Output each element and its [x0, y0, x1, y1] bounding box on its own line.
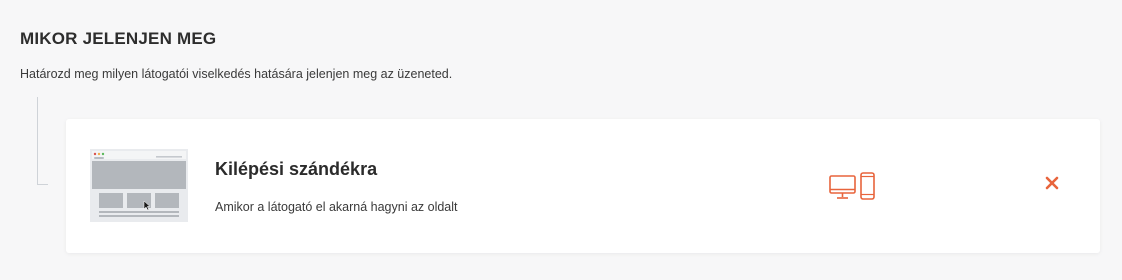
section-title: MIKOR JELENJEN MEG: [20, 29, 217, 48]
trigger-description: Amikor a látogató el akarná hagyni az ol…: [215, 200, 458, 214]
remove-trigger-button[interactable]: [1042, 175, 1062, 195]
desktop-icon: [829, 175, 856, 205]
device-icons: [829, 172, 875, 205]
trigger-card-exit-intent[interactable]: Kilépési szándékra Amikor a látogató el …: [66, 119, 1100, 253]
trigger-title: Kilépési szándékra: [215, 159, 378, 179]
section-description: Határozd meg milyen látogatói viselkedés…: [20, 67, 453, 81]
close-icon: [1045, 176, 1059, 195]
exit-intent-preview-icon: [90, 149, 188, 222]
tree-connector: [37, 97, 48, 185]
mobile-icon: [860, 172, 875, 205]
